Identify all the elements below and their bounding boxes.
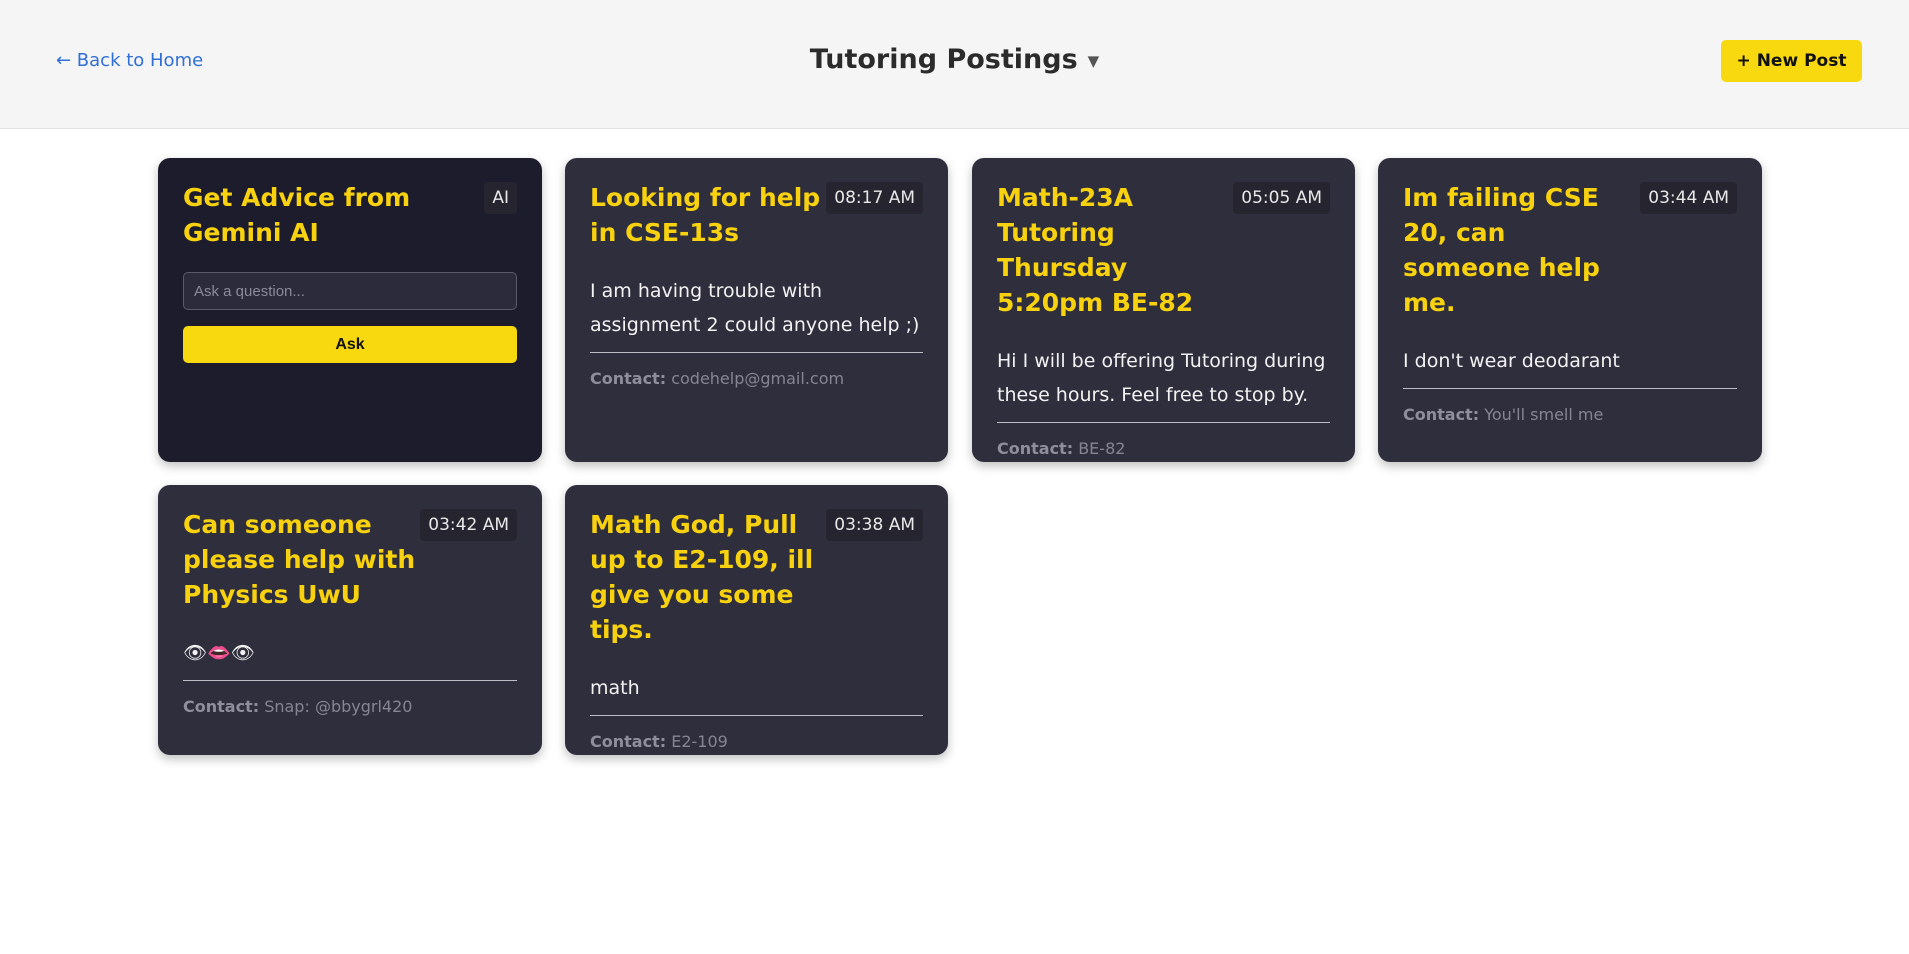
ai-badge: AI: [484, 182, 517, 214]
post-contact: Contact: codehelp@gmail.com: [590, 369, 923, 388]
post-contact: Contact: You'll smell me: [1403, 405, 1737, 424]
card-header: Looking for help in CSE-13s 08:17 AM: [590, 180, 923, 250]
post-title: Im failing CSE 20, can someone help me.: [1403, 183, 1600, 317]
card-header: Math God, Pull up to E2-109, ill give yo…: [590, 507, 923, 647]
post-title: Math-23A Tutoring Thursday 5:20pm BE-82: [997, 183, 1194, 317]
contact-value: BE-82: [1078, 439, 1126, 458]
divider: [590, 352, 923, 353]
post-body: math: [590, 677, 640, 699]
post-contact: Contact: Snap: @bbygrl420: [183, 697, 517, 716]
post-body: I am having trouble with assignment 2 co…: [590, 280, 920, 336]
post-title: Can someone please help with Physics UwU: [183, 510, 416, 609]
divider: [1403, 388, 1737, 389]
title-wrap: Tutoring Postings ▼: [0, 44, 1909, 75]
card-header: Im failing CSE 20, can someone help me. …: [1403, 180, 1737, 320]
post-title: Looking for help in CSE-13s: [590, 183, 821, 247]
post-body: 👁👄👁: [183, 642, 255, 664]
divider: [590, 715, 923, 716]
contact-value: You'll smell me: [1484, 405, 1604, 424]
post-card[interactable]: Math God, Pull up to E2-109, ill give yo…: [565, 485, 948, 755]
title-dropdown[interactable]: Tutoring Postings ▼: [810, 44, 1099, 75]
post-time-badge: 03:44 AM: [1640, 182, 1737, 214]
post-time-badge: 05:05 AM: [1233, 182, 1330, 214]
post-card[interactable]: Looking for help in CSE-13s 08:17 AM I a…: [565, 158, 948, 462]
post-card[interactable]: Im failing CSE 20, can someone help me. …: [1378, 158, 1762, 462]
card-header: Can someone please help with Physics UwU…: [183, 507, 517, 612]
card-header: Math-23A Tutoring Thursday 5:20pm BE-82 …: [997, 180, 1330, 320]
new-post-button[interactable]: + New Post: [1721, 40, 1862, 82]
page-title: Tutoring Postings: [809, 44, 1078, 75]
post-contact: Contact: E2-109: [590, 732, 923, 751]
post-card[interactable]: Can someone please help with Physics UwU…: [158, 485, 542, 755]
ai-advice-card: Get Advice from Gemini AI AI Ask: [158, 158, 542, 462]
contact-value: E2-109: [671, 732, 728, 751]
post-time-badge: 03:42 AM: [420, 509, 517, 541]
top-header: ← Back to Home Tutoring Postings ▼ + New…: [0, 0, 1909, 129]
caret-down-icon: ▼: [1087, 51, 1100, 70]
ai-card-title: Get Advice from Gemini AI: [183, 183, 411, 247]
contact-value: Snap: @bbygrl420: [264, 697, 413, 716]
contact-value: codehelp@gmail.com: [671, 369, 845, 388]
divider: [997, 422, 1330, 423]
post-time-badge: 03:38 AM: [826, 509, 923, 541]
contact-label: Contact:: [997, 439, 1074, 458]
post-body: Hi I will be offering Tutoring during th…: [997, 350, 1326, 406]
contact-label: Contact:: [590, 369, 667, 388]
ask-question-input[interactable]: [183, 272, 517, 310]
contact-label: Contact:: [590, 732, 667, 751]
contact-label: Contact:: [1403, 405, 1480, 424]
card-header: Get Advice from Gemini AI AI: [183, 180, 517, 250]
ask-button[interactable]: Ask: [183, 326, 517, 363]
divider: [183, 680, 517, 681]
post-time-badge: 08:17 AM: [826, 182, 923, 214]
post-card[interactable]: Math-23A Tutoring Thursday 5:20pm BE-82 …: [972, 158, 1355, 462]
post-body: I don't wear deodarant: [1403, 350, 1620, 372]
contact-label: Contact:: [183, 697, 260, 716]
post-title: Math God, Pull up to E2-109, ill give yo…: [590, 510, 814, 644]
back-to-home-link[interactable]: ← Back to Home: [56, 50, 203, 71]
post-contact: Contact: BE-82: [997, 439, 1330, 458]
